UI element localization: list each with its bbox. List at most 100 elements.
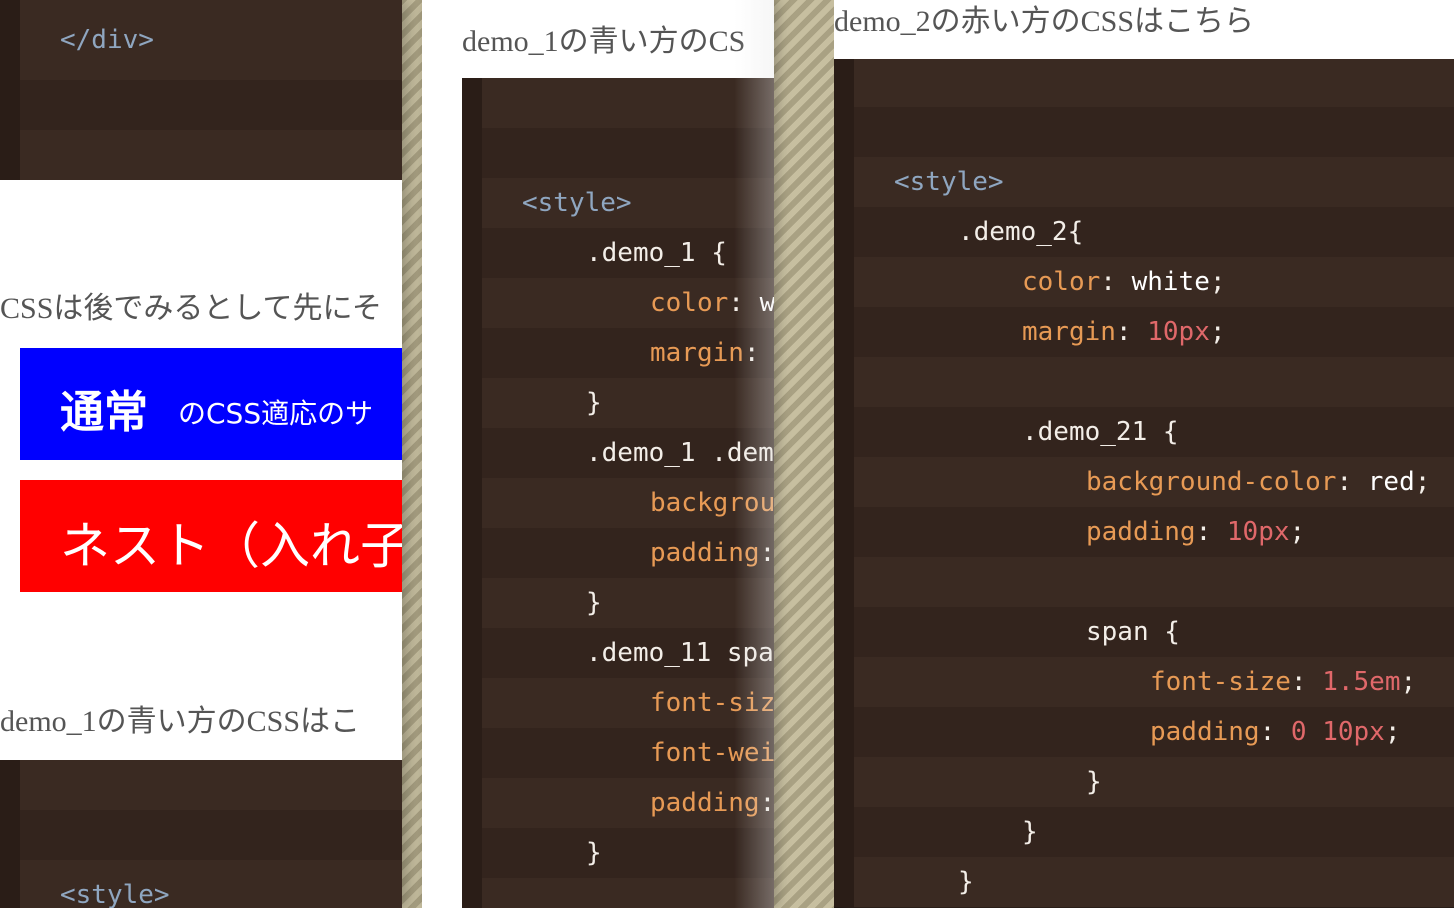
code-token: : — [1336, 467, 1368, 497]
code-token: font-weig — [650, 738, 774, 768]
code-line — [834, 59, 1454, 107]
code-token: ; — [1209, 317, 1226, 347]
code-token: ; — [1384, 717, 1401, 747]
code-token: } — [586, 838, 602, 868]
code-token: .demo_1 .demo — [586, 438, 774, 468]
code-line: padding: — [462, 528, 774, 578]
code-token: : — [1115, 317, 1148, 347]
code-line: padding: — [462, 778, 774, 828]
red-box-text: ネスト（入れ子） — [60, 517, 402, 575]
code-token: background-color — [1086, 467, 1337, 497]
code-token: padding — [1150, 717, 1260, 747]
middle-panel: demo_1の青い方のCS <style>.demo_1 {color: whm… — [422, 0, 774, 908]
code-token: : — [759, 538, 774, 568]
demo-blue-box: 通常 のCSS適応のサ — [20, 348, 402, 460]
code-line — [834, 357, 1454, 407]
code-line: <style> — [462, 178, 774, 228]
bottom-code-block: <style> — [0, 760, 402, 908]
code-token: .demo_11 span — [586, 638, 774, 668]
code-token: color — [1022, 267, 1101, 297]
code-token: color — [650, 288, 729, 318]
code-line — [462, 878, 774, 908]
code-line: .demo_2{ — [834, 207, 1454, 257]
code-token: : — [1100, 267, 1132, 297]
code-token: .demo_1 { — [586, 238, 727, 268]
code-line: .demo_1 { — [462, 228, 774, 278]
demo2-css-heading: demo_2の赤い方のCSSはこちら — [834, 5, 1255, 38]
demo2-code-block: <style> .demo_2{color: white; margin: 10px… — [834, 59, 1454, 908]
code-token: } — [586, 588, 602, 618]
code-token: } — [1022, 817, 1038, 847]
blue-box-big-text: 通常 — [60, 387, 148, 438]
code-line: margin: 10px; — [834, 307, 1454, 357]
code-line: font-weig — [462, 728, 774, 778]
right-panel: demo_2の赤い方のCSSはこちら <style> .demo_2{color:… — [834, 0, 1454, 908]
code-token: <style> — [522, 188, 632, 218]
code-token: span { — [1086, 617, 1180, 647]
left-panel: </div> CSSは後でみるとして先にそ 通常 のCSS適応のサ ネスト（入れ… — [0, 0, 402, 908]
code-token: <style> — [894, 167, 1004, 197]
code-line: .demo_11 span — [462, 628, 774, 678]
code-token: margin — [650, 338, 744, 368]
code-line — [834, 107, 1454, 157]
code-token: padding — [1086, 517, 1196, 547]
code-line — [0, 760, 402, 810]
code-line: font-size: 1.5em; — [834, 657, 1454, 707]
code-token: 1.5em — [1322, 667, 1401, 697]
code-token: .demo_21 { — [1022, 417, 1179, 447]
code-token: ; — [1289, 517, 1306, 547]
code-line: padding: 0 10px; — [834, 707, 1454, 757]
code-line: } — [462, 378, 774, 428]
code-token: : — [1290, 667, 1323, 697]
code-line: } — [462, 828, 774, 878]
code-token: : — [759, 788, 774, 818]
code-token: } — [1086, 767, 1102, 797]
code-line: } — [834, 757, 1454, 807]
demo1-css-heading: demo_1の青い方のCS — [462, 25, 746, 58]
code-token: .demo_2{ — [958, 217, 1084, 247]
code-token: font-size — [650, 688, 774, 718]
code-token: ; — [1400, 667, 1417, 697]
code-token: 10px — [1147, 317, 1210, 347]
code-token: : — [1259, 717, 1291, 747]
code-token: margin — [1022, 317, 1116, 347]
code-line — [0, 810, 402, 860]
code-token: font-size — [1150, 667, 1291, 697]
code-line — [462, 78, 774, 128]
code-line: .demo_21 { — [834, 407, 1454, 457]
demo1-code-block: <style>.demo_1 {color: whmargin: 1}.demo… — [462, 78, 774, 908]
code-line — [0, 80, 402, 130]
demo-red-box: ネスト（入れ子） — [20, 480, 402, 592]
code-token: } — [586, 388, 602, 418]
code-token: 10px — [1226, 517, 1290, 547]
code-line — [462, 128, 774, 178]
code-line: font-size — [462, 678, 774, 728]
demo1-heading: demo_1の青い方のCSSはこ — [0, 705, 361, 738]
code-line: } — [834, 807, 1454, 857]
code-token: ; — [1209, 267, 1226, 297]
code-token: : — [728, 288, 760, 318]
code-token: red — [1367, 467, 1415, 497]
code-line: } — [834, 857, 1454, 907]
code-line — [0, 130, 402, 180]
code-line: padding: 10px; — [834, 507, 1454, 557]
code-token: 0 10px — [1290, 717, 1385, 747]
code-token: white — [1131, 267, 1210, 297]
code-line: } — [462, 578, 774, 628]
blue-box-small-text: のCSS適応のサ — [178, 397, 374, 430]
code-line: .demo_1 .demo — [462, 428, 774, 478]
code-line: backgroun — [462, 478, 774, 528]
top-code-block: </div> — [0, 0, 402, 180]
code-token: padding — [650, 788, 760, 818]
code-token: } — [958, 867, 974, 897]
code-token: backgroun — [650, 488, 774, 518]
code-line: span { — [834, 607, 1454, 657]
code-line: <style> — [0, 860, 402, 908]
code-token: wh — [759, 288, 774, 318]
intro-text: CSSは後でみるとして先にそ — [0, 292, 382, 325]
code-text: </div> — [60, 25, 154, 55]
code-token: : — [743, 338, 774, 368]
code-line: color: white; — [834, 257, 1454, 307]
code-line: color: wh — [462, 278, 774, 328]
code-line: margin: 1 — [462, 328, 774, 378]
